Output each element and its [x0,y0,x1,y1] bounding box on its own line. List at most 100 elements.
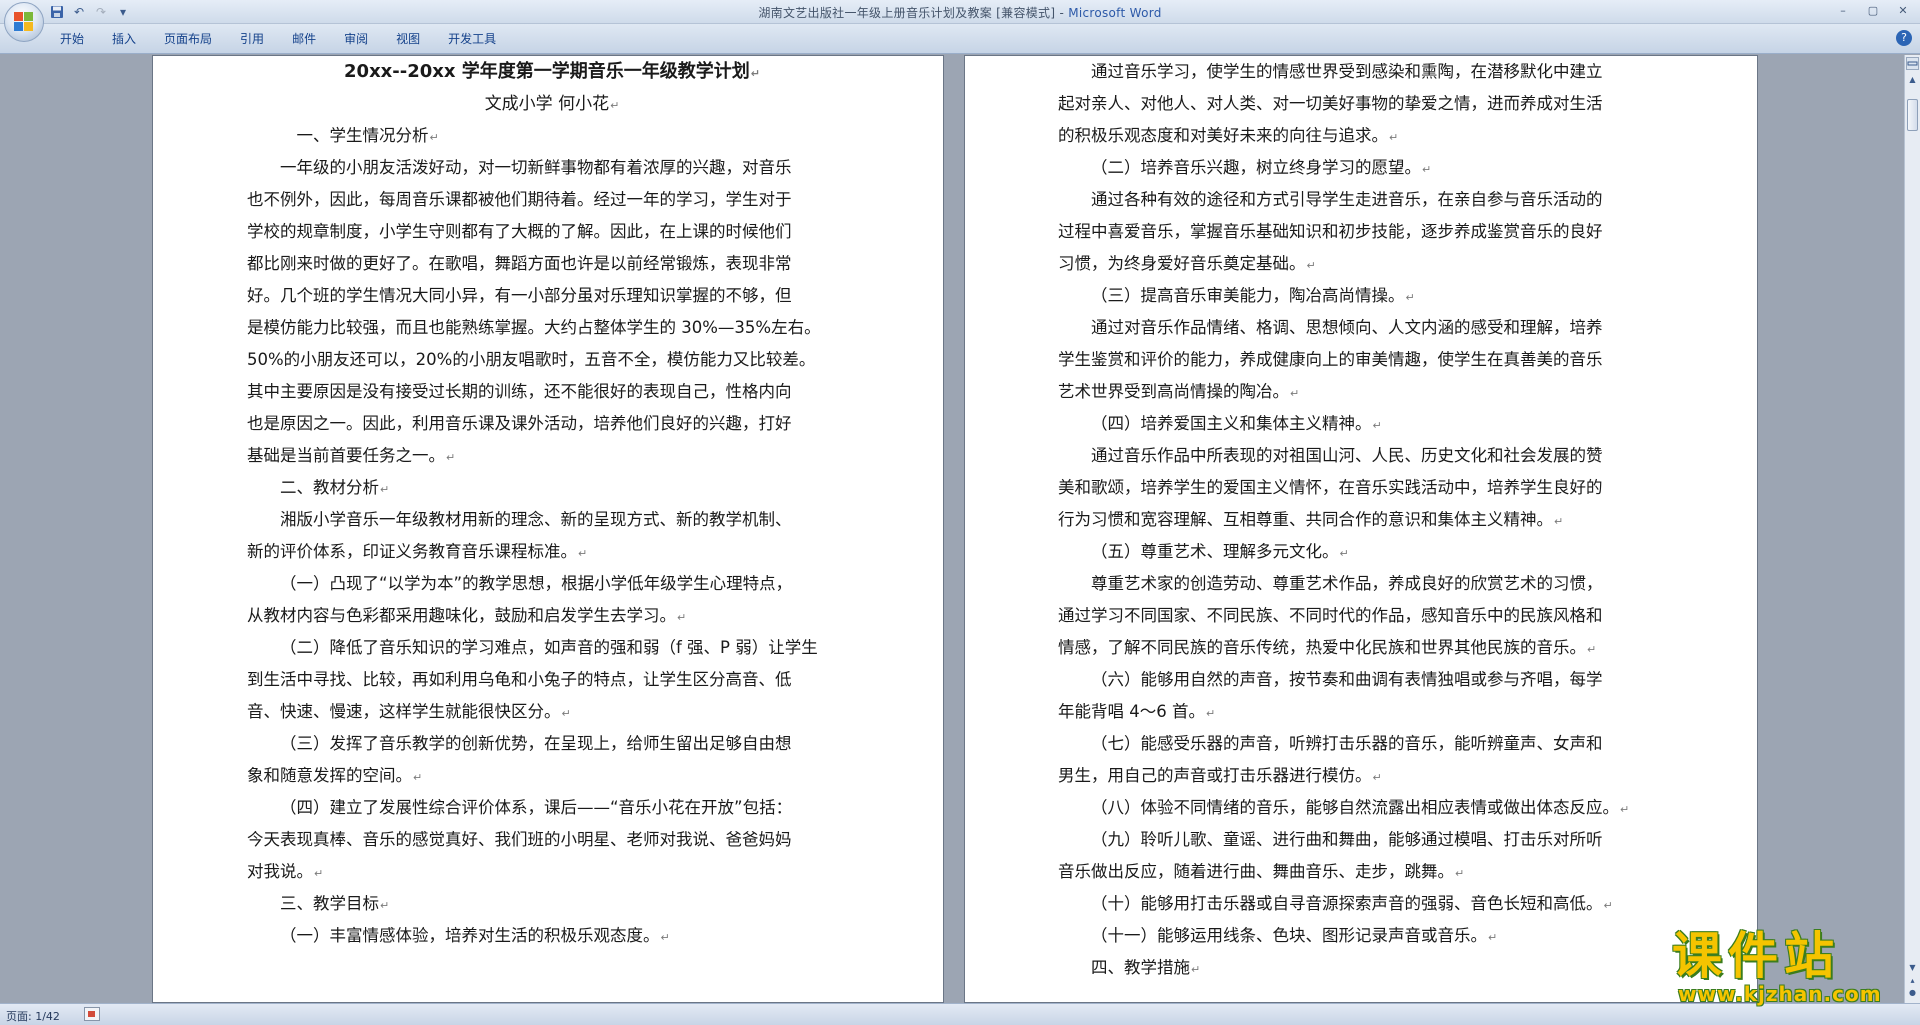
watermark-main-text: 课件站 [1672,927,1840,985]
text-line[interactable]: 学校的规章制度，小学生守则都有了大概的了解。因此，在上课的时候他们 [247,216,857,248]
text-line[interactable]: 象和随意发挥的空间。↵ [247,760,857,792]
document-title-line[interactable]: 20xx--20xx 学年度第一学期音乐一年级教学计划↵ [247,56,857,88]
tab-home[interactable]: 开始 [46,29,98,49]
paragraph-mark-icon: ↵ [1405,291,1415,304]
line-text: 行为习惯和宽容理解、互相尊重、共同合作的意识和集体主义精神。 [1058,510,1553,529]
section-heading[interactable]: 一、学生情况分析↵ [247,120,857,152]
text-line[interactable]: 也不例外，因此，每周音乐课都被他们期待着。经过一年的学习，学生对于 [247,184,857,216]
line-text: 二、教材分析 [280,478,379,497]
section-heading[interactable]: 四、教学措施↵ [1058,952,1678,984]
text-line[interactable]: （七）能感受乐器的声音，听辨打击乐器的音乐，能听辨童声、女声和 [1058,728,1678,760]
maximize-button[interactable]: ▢ [1858,0,1888,20]
text-line[interactable]: 到生活中寻找、比较，再如利用乌龟和小兔子的特点，让学生区分高音、低 [247,664,857,696]
tab-review[interactable]: 审阅 [330,29,382,49]
paragraph-mark-icon: ↵ [578,547,588,560]
scroll-up-arrow-icon[interactable]: ▲ [1906,73,1919,87]
text-line[interactable]: （四）培养爱国主义和集体主义精神。↵ [1058,408,1678,440]
text-line[interactable]: 男生，用自己的声音或打击乐器进行模仿。↵ [1058,760,1678,792]
tab-page-layout[interactable]: 页面布局 [150,29,226,49]
text-line[interactable]: 通过各种有效的途径和方式引导学生走进音乐，在亲自参与音乐活动的 [1058,184,1678,216]
paragraph-mark-icon: ↵ [561,707,571,720]
text-line[interactable]: （十）能够用打击乐器或自寻音源探索声音的强弱、音色长短和高低。↵ [1058,888,1678,920]
tab-mailings[interactable]: 邮件 [278,29,330,49]
office-button[interactable] [4,2,44,42]
text-line[interactable]: 其中主要原因是没有接受过长期的训练，还不能很好的表现自己，性格内向 [247,376,857,408]
watermark-url-text: www.kjzhan.com [1678,982,1882,1006]
paragraph-mark-icon: ↵ [1372,419,1382,432]
text-line[interactable]: （三）提高音乐审美能力，陶冶高尚情操。↵ [1058,280,1678,312]
text-line[interactable]: 通过学习不同国家、不同民族、不同时代的作品，感知音乐中的民族风格和 [1058,600,1678,632]
text-line[interactable]: 好。几个班的学生情况大同小异，有一小部分虽对乐理知识掌握的不够，但 [247,280,857,312]
text-line[interactable]: 行为习惯和宽容理解、互相尊重、共同合作的意识和集体主义精神。↵ [1058,504,1678,536]
text-line[interactable]: 是模仿能力比较强，而且也能熟练掌握。大约占整体学生的 30%—35%左右。 [247,312,857,344]
text-line[interactable]: 通过音乐作品中所表现的对祖国山河、人民、历史文化和社会发展的赞 [1058,440,1678,472]
text-line[interactable]: 过程中喜爱音乐，掌握音乐基础知识和初步技能，逐步养成鉴赏音乐的良好 [1058,216,1678,248]
minimize-button[interactable]: – [1828,0,1858,20]
proofing-status-icon[interactable] [84,1007,100,1021]
page-counter[interactable]: 页面: 1/42 [6,1008,60,1024]
section-heading[interactable]: 三、教学目标↵ [247,888,857,920]
text-line[interactable]: 通过音乐学习，使学生的情感世界受到感染和熏陶，在潜移默化中建立 [1058,56,1678,88]
text-line[interactable]: （一）丰富情感体验，培养对生活的积极乐观态度。↵ [247,920,857,952]
text-line[interactable]: 艺术世界受到高尚情操的陶冶。↵ [1058,376,1678,408]
text-line[interactable]: 音乐做出反应，随着进行曲、舞曲音乐、走步，跳舞。↵ [1058,856,1678,888]
scrollbar-thumb[interactable] [1907,99,1918,131]
document-page-right[interactable]: 通过音乐学习，使学生的情感世界受到感染和熏陶，在潜移默化中建立 起对亲人、对他人、… [964,55,1758,1003]
paragraph-mark-icon: ↵ [380,483,390,496]
view-ruler-button[interactable] [1906,57,1919,70]
text-line[interactable]: （三）发挥了音乐教学的创新优势，在呈现上，给师生留出足够自由想 [247,728,857,760]
text-line[interactable]: （二）培养音乐兴趣，树立终身学习的愿望。↵ [1058,152,1678,184]
author-line[interactable]: 文成小学 何小花↵ [247,88,857,120]
tab-insert[interactable]: 插入 [98,29,150,49]
previous-page-icon[interactable]: ▴ [1907,975,1918,986]
scroll-down-arrow-icon[interactable]: ▼ [1906,961,1919,975]
text-line[interactable]: 一年级的小朋友活泼好动，对一切新鲜事物都有着浓厚的兴趣，对音乐 [247,152,857,184]
text-line[interactable]: （一）凸现了“以学为本”的教学思想，根据小学低年级学生心理特点， [247,568,857,600]
page-text-right[interactable]: 通过音乐学习，使学生的情感世界受到感染和熏陶，在潜移默化中建立 起对亲人、对他人、… [1058,56,1678,984]
text-line[interactable]: （四）建立了发展性综合评价体系，课后——“音乐小花在开放”包括： [247,792,857,824]
text-line[interactable]: 今天表现真棒、音乐的感觉真好、我们班的小明星、老师对我说、爸爸妈妈 [247,824,857,856]
text-line[interactable]: 尊重艺术家的创造劳动、尊重艺术作品，养成良好的欣赏艺术的习惯， [1058,568,1678,600]
tab-developer[interactable]: 开发工具 [434,29,510,49]
text-line[interactable]: 湘版小学音乐一年级教材用新的理念、新的呈现方式、新的教学机制、 [247,504,857,536]
section-heading[interactable]: 二、教材分析↵ [247,472,857,504]
text-line[interactable]: 情感，了解不同民族的音乐传统，热爱中化民族和世界其他民族的音乐。↵ [1058,632,1678,664]
paragraph-mark-icon: ↵ [413,771,423,784]
paragraph-mark-icon: ↵ [429,131,439,144]
paragraph-mark-icon: ↵ [446,451,456,464]
text-line[interactable]: （二）降低了音乐知识的学习难点，如声音的强和弱（f 强、P 弱）让学生 [247,632,857,664]
text-line[interactable]: （十一）能够运用线条、色块、图形记录声音或音乐。↵ [1058,920,1678,952]
text-line[interactable]: 音、快速、慢速，这样学生就能很快区分。↵ [247,696,857,728]
help-icon[interactable]: ? [1896,30,1912,46]
tab-references[interactable]: 引用 [226,29,278,49]
text-line[interactable]: 也是原因之一。因此，利用音乐课及课外活动，培养他们良好的兴趣，打好 [247,408,857,440]
close-button[interactable]: ✕ [1888,0,1918,20]
text-line[interactable]: 新的评价体系，印证义务教育音乐课程标准。↵ [247,536,857,568]
text-line[interactable]: 通过对音乐作品情绪、格调、思想倾向、人文内涵的感受和理解，培养 [1058,312,1678,344]
vertical-scrollbar[interactable]: ▲ ▼ ▴ ● [1904,55,1920,1003]
text-line[interactable]: 都比刚来时做的更好了。在歌唱，舞蹈方面也许是以前经常锻炼，表现非常 [247,248,857,280]
text-line[interactable]: （九）聆听儿歌、童谣、进行曲和舞曲，能够通过模唱、打击乐对所听 [1058,824,1678,856]
text-line[interactable]: 50%的小朋友还可以，20%的小朋友唱歌时，五音不全，模仿能力又比较差。 [247,344,857,376]
text-line[interactable]: 年能背唱 4～6 首。↵ [1058,696,1678,728]
line-text: （六）能够用自然的声音，按节奏和曲调有表情独唱或参与齐唱，每学 [1091,670,1603,689]
line-text: 对我说。 [247,862,313,881]
text-line[interactable]: 学生鉴赏和评价的能力，养成健康向上的审美情趣，使学生在真善美的音乐 [1058,344,1678,376]
text-line[interactable]: 对我说。↵ [247,856,857,888]
document-area[interactable]: 20xx--20xx 学年度第一学期音乐一年级教学计划↵ 文成小学 何小花↵ 一、学… [0,55,1904,1003]
document-page-left[interactable]: 20xx--20xx 学年度第一学期音乐一年级教学计划↵ 文成小学 何小花↵ 一、学… [152,55,944,1003]
text-line[interactable]: 基础是当前首要任务之一。↵ [247,440,857,472]
text-line[interactable]: （五）尊重艺术、理解多元文化。↵ [1058,536,1678,568]
text-line[interactable]: 美和歌颂，培养学生的爱国主义情怀，在音乐实践活动中，培养学生良好的 [1058,472,1678,504]
page-text-left[interactable]: 20xx--20xx 学年度第一学期音乐一年级教学计划↵ 文成小学 何小花↵ 一、学… [247,56,857,952]
line-text: 通过音乐作品中所表现的对祖国山河、人民、历史文化和社会发展的赞 [1091,446,1603,465]
text-line[interactable]: 习惯，为终身爱好音乐奠定基础。↵ [1058,248,1678,280]
text-line[interactable]: 起对亲人、对他人、对人类、对一切美好事物的挚爱之情，进而养成对生活 [1058,88,1678,120]
text-line[interactable]: （六）能够用自然的声音，按节奏和曲调有表情独唱或参与齐唱，每学 [1058,664,1678,696]
line-text: 四、教学措施 [1091,958,1190,977]
text-line[interactable]: （八）体验不同情绪的音乐，能够自然流露出相应表情或做出体态反应。↵ [1058,792,1678,824]
tab-view[interactable]: 视图 [382,29,434,49]
text-line[interactable]: 从教材内容与色彩都采用趣味化，鼓励和启发学生去学习。↵ [247,600,857,632]
text-line[interactable]: 的积极乐观态度和对美好未来的向往与追求。↵ [1058,120,1678,152]
select-browse-object-icon[interactable]: ● [1907,987,1918,998]
